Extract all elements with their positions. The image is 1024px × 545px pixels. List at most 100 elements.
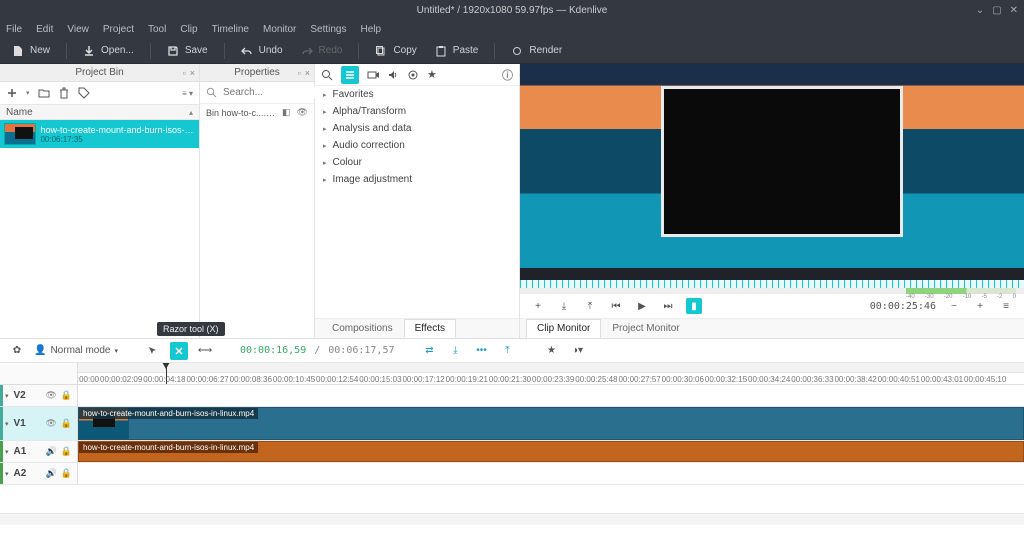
track-header-a1[interactable]: ▾A1🔊🔒 [0,441,78,462]
add-clip-button[interactable] [6,87,18,99]
spacer-tool-button[interactable]: ⟷ [196,342,214,360]
track-a1: ▾A1🔊🔒 how-to-create-mount-and-burn-isos-… [0,441,1024,463]
close-panel-icon[interactable]: × [305,68,310,78]
monitor-zone[interactable]: -40 -30 -20 -10 -5 -2 0 [520,288,1024,294]
effect-category[interactable]: ▸Alpha/Transform [315,103,519,120]
mute-icon[interactable]: 👁 [45,418,56,429]
clip-name: how-to-create-mount-and-burn-isos-in-lin… [40,125,195,135]
redo-button[interactable]: Redo [295,45,349,57]
effects-caption: Bin how-to-c....mp4 effects [206,108,282,118]
effect-category[interactable]: ▸Colour [315,154,519,171]
open-button[interactable]: Open... [77,45,140,57]
mix-button[interactable]: ⇄ [421,342,439,360]
undo-button[interactable]: Undo [235,45,289,57]
track-header-v2[interactable]: ▾V2👁🔒 [0,385,78,406]
timeline-ruler[interactable]: 00:00:00:0000:00:02:0900:00:04:1800:00:0… [78,363,1024,384]
new-button[interactable]: New [6,45,56,57]
lock-icon[interactable]: 🔒 [61,446,72,457]
effect-category[interactable]: ▸Favorites [315,86,519,103]
effect-category[interactable]: ▸Analysis and data [315,120,519,137]
search-icon[interactable] [321,69,333,81]
close-panel-icon[interactable]: × [190,68,195,78]
menu-clip[interactable]: Clip [180,24,197,35]
tab-project-monitor[interactable]: Project Monitor [601,319,690,338]
copy-button[interactable]: Copy [369,45,422,57]
tab-clip-monitor[interactable]: Clip Monitor [526,319,601,338]
settings-icon[interactable]: ✿ [8,342,26,360]
menu-project[interactable]: Project [103,24,134,35]
edit-mode-select[interactable]: 👤Normal mode▾ [34,345,118,356]
tc-plus-button[interactable]: + [972,298,988,314]
monitor-overlay-button[interactable]: ▮ [686,298,702,314]
view-mode-button[interactable]: ≡ ▾ [182,89,193,98]
tab-effects[interactable]: Effects [404,319,456,338]
favorite-effects-icon[interactable]: ★ [427,68,437,81]
timeline-timecode-current[interactable]: 00:00:16,59 [240,345,306,356]
play-button[interactable]: ▶ [634,298,650,314]
maximize-icon[interactable]: ▢ [992,5,1001,16]
add-marker-button[interactable]: + [530,298,546,314]
monitor-ruler[interactable] [520,280,1024,288]
zone-in-button[interactable]: ⤓ [447,342,465,360]
info-icon[interactable]: ⓘ [502,67,513,83]
lock-icon[interactable]: 🔒 [61,390,72,401]
menu-file[interactable]: File [6,24,22,35]
timeline-clip-video[interactable]: how-to-create-mount-and-burn-isos-in-lin… [78,407,1024,440]
effect-category[interactable]: ▸Image adjustment [315,171,519,188]
zone-end-button[interactable]: ⤒ [582,298,598,314]
visibility-icon[interactable]: 👁 [297,107,308,118]
menu-settings[interactable]: Settings [310,24,346,35]
mute-icon[interactable]: 🔊 [46,468,57,479]
add-folder-button[interactable] [38,87,50,99]
minimize-icon[interactable]: ⌄ [976,5,984,16]
custom-effects-icon[interactable] [407,69,419,81]
menu-tool[interactable]: Tool [148,24,166,35]
monitor-timecode[interactable]: 00:00:25:46 [870,301,936,312]
track-a2: ▾A2🔊🔒 [0,463,1024,485]
audio-effects-icon[interactable] [387,69,399,81]
menu-help[interactable]: Help [361,24,382,35]
tag-button[interactable] [78,87,90,99]
menu-timeline[interactable]: Timeline [212,24,249,35]
redo-icon [301,45,313,57]
zone-start-button[interactable]: ⤓ [556,298,572,314]
list-view-icon[interactable] [341,66,359,84]
insert-button[interactable]: ••• [473,342,491,360]
mute-icon[interactable]: 👁 [45,390,56,401]
close-icon[interactable]: ✕ [1010,5,1018,16]
playhead[interactable] [166,363,167,384]
split-view-icon[interactable]: ◧ [282,107,291,118]
bin-clip-item[interactable]: how-to-create-mount-and-burn-isos-in-lin… [0,120,199,148]
forward-button[interactable]: ⏭ [660,298,676,314]
preview-render-button[interactable]: ◑▾ [569,342,587,360]
monitor-menu-button[interactable]: ≡ [998,298,1014,314]
tc-minus-button[interactable]: − [946,298,962,314]
overwrite-button[interactable]: ⤒ [499,342,517,360]
timeline-clip-audio[interactable]: how-to-create-mount-and-burn-isos-in-lin… [78,441,1024,462]
video-effects-icon[interactable] [367,69,379,81]
paste-button[interactable]: Paste [429,45,485,57]
effect-category[interactable]: ▸Audio correction [315,137,519,154]
menu-edit[interactable]: Edit [36,24,53,35]
render-button[interactable]: Render [505,45,568,57]
undock-icon[interactable]: ▫ [298,68,301,78]
track-header-v1[interactable]: ▾V1👁🔒 [0,407,78,440]
menu-monitor[interactable]: Monitor [263,24,296,35]
rewind-button[interactable]: ⏮ [608,298,624,314]
save-button[interactable]: Save [161,45,214,57]
lock-icon[interactable]: 🔒 [61,468,72,479]
favorite-button[interactable]: ★ [543,342,561,360]
undock-icon[interactable]: ▫ [183,68,186,78]
selection-tool-button[interactable] [144,342,162,360]
delete-clip-button[interactable] [58,87,70,99]
timeline-scrollbar[interactable] [0,513,1024,525]
menu-view[interactable]: View [67,24,89,35]
tab-compositions[interactable]: Compositions [321,319,404,338]
razor-tool-button[interactable] [170,342,188,360]
monitor-viewport[interactable] [520,64,1024,280]
lock-icon[interactable]: 🔒 [61,418,72,429]
ruler-mark: 00:00:08:36 [230,375,272,384]
track-header-a2[interactable]: ▾A2🔊🔒 [0,463,78,484]
bin-name-header[interactable]: Name▴ [0,104,199,120]
timeline-toolbar: ✿ 👤Normal mode▾ ⟷ Razor tool (X) 00:00:1… [0,339,1024,363]
